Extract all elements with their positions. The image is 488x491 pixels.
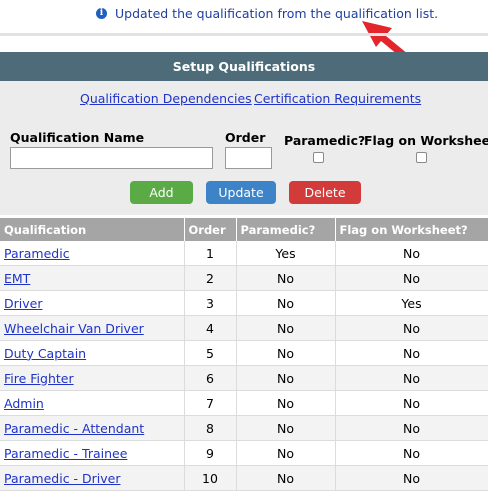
flag-cell: No bbox=[335, 365, 488, 391]
qualification-link[interactable]: Paramedic - Attendant bbox=[4, 421, 144, 436]
qualification-name-input[interactable] bbox=[10, 147, 213, 169]
paramedic-cell: No bbox=[236, 265, 336, 291]
certification-requirements-link[interactable]: Certification Requirements bbox=[254, 91, 421, 106]
qualification-link[interactable]: EMT bbox=[4, 271, 30, 286]
table-row: Paramedic - Attendant 8 No No bbox=[0, 415, 488, 441]
qualification-link[interactable]: Paramedic - Trainee bbox=[4, 446, 127, 461]
paramedic-checkbox[interactable] bbox=[313, 152, 324, 163]
table-row: Paramedic 1 Yes No bbox=[0, 241, 488, 266]
paramedic-cell: Yes bbox=[236, 241, 336, 266]
order-cell: 3 bbox=[184, 290, 237, 316]
flag-on-worksheet-label: Flag on Worksheet? bbox=[364, 133, 488, 148]
table-header-row: Qualification Order Paramedic? Flag on W… bbox=[0, 218, 488, 241]
paramedic-cell: No bbox=[236, 390, 336, 416]
table-row: Paramedic - Trainee 9 No No bbox=[0, 440, 488, 466]
flag-cell: Yes bbox=[335, 290, 488, 316]
table-row: EMT 2 No No bbox=[0, 265, 488, 291]
separator bbox=[0, 33, 488, 36]
order-input[interactable] bbox=[225, 147, 272, 169]
table-row: Duty Captain 5 No No bbox=[0, 340, 488, 366]
add-button[interactable]: Add bbox=[130, 181, 193, 204]
order-cell: 4 bbox=[184, 315, 237, 341]
column-header-order[interactable]: Order bbox=[184, 218, 237, 241]
flag-cell: No bbox=[335, 340, 488, 366]
paramedic-label: Paramedic? bbox=[284, 133, 366, 148]
qualification-link[interactable]: Driver bbox=[4, 296, 42, 311]
flag-cell: No bbox=[335, 315, 488, 341]
order-cell: 7 bbox=[184, 390, 237, 416]
column-header-flag-on-worksheet[interactable]: Flag on Worksheet? bbox=[335, 218, 488, 241]
flag-cell: No bbox=[335, 465, 488, 491]
qualification-link[interactable]: Fire Fighter bbox=[4, 371, 74, 386]
column-header-paramedic[interactable]: Paramedic? bbox=[236, 218, 336, 241]
table-row: Fire Fighter 6 No No bbox=[0, 365, 488, 391]
table-row: Wheelchair Van Driver 4 No No bbox=[0, 315, 488, 341]
flag-on-worksheet-checkbox[interactable] bbox=[416, 152, 427, 163]
flag-cell: No bbox=[335, 265, 488, 291]
table-row: Paramedic - Driver 10 No No bbox=[0, 465, 488, 491]
paramedic-cell: No bbox=[236, 440, 336, 466]
qualifications-table: Qualification Order Paramedic? Flag on W… bbox=[0, 218, 488, 491]
delete-button[interactable]: Delete bbox=[289, 181, 361, 204]
flag-cell: No bbox=[335, 440, 488, 466]
flag-cell: No bbox=[335, 241, 488, 266]
qualification-link[interactable]: Admin bbox=[4, 396, 44, 411]
order-cell: 1 bbox=[184, 241, 237, 266]
order-cell: 6 bbox=[184, 365, 237, 391]
paramedic-cell: No bbox=[236, 465, 336, 491]
order-cell: 2 bbox=[184, 265, 237, 291]
paramedic-cell: No bbox=[236, 365, 336, 391]
paramedic-cell: No bbox=[236, 315, 336, 341]
update-button[interactable]: Update bbox=[206, 181, 276, 204]
qualification-link[interactable]: Paramedic bbox=[4, 246, 70, 261]
order-cell: 9 bbox=[184, 440, 237, 466]
column-header-qualification[interactable]: Qualification bbox=[0, 218, 185, 241]
qualification-link[interactable]: Wheelchair Van Driver bbox=[4, 321, 144, 336]
order-cell: 10 bbox=[184, 465, 237, 491]
flag-cell: No bbox=[335, 415, 488, 441]
paramedic-cell: No bbox=[236, 415, 336, 441]
paramedic-cell: No bbox=[236, 290, 336, 316]
flag-cell: No bbox=[335, 390, 488, 416]
qualification-dependencies-link[interactable]: Qualification Dependencies bbox=[80, 91, 252, 106]
qualification-name-label: Qualification Name bbox=[10, 130, 145, 145]
qualification-link[interactable]: Duty Captain bbox=[4, 346, 86, 361]
order-cell: 5 bbox=[184, 340, 237, 366]
order-label: Order bbox=[225, 130, 266, 145]
table-row: Admin 7 No No bbox=[0, 390, 488, 416]
qualification-link[interactable]: Paramedic - Driver bbox=[4, 471, 121, 486]
table-row: Driver 3 No Yes bbox=[0, 290, 488, 316]
paramedic-cell: No bbox=[236, 340, 336, 366]
page-title: Setup Qualifications bbox=[0, 52, 488, 81]
order-cell: 8 bbox=[184, 415, 237, 441]
